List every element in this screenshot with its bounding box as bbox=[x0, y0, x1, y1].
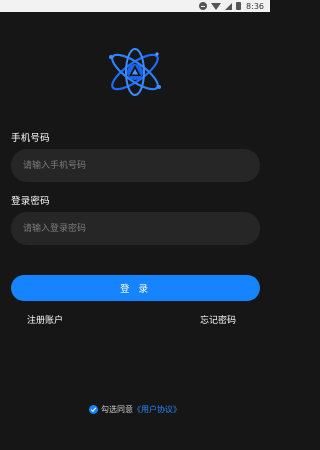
app-logo bbox=[109, 48, 161, 96]
wifi-icon bbox=[211, 2, 222, 10]
signal-icon bbox=[225, 2, 233, 10]
password-input[interactable] bbox=[11, 212, 260, 245]
status-bar: 8:36 bbox=[0, 0, 270, 12]
battery-icon bbox=[236, 2, 242, 10]
phone-input[interactable] bbox=[11, 149, 260, 182]
status-time: 8:36 bbox=[246, 1, 264, 11]
forgot-password-link[interactable]: 忘记密码 bbox=[200, 313, 236, 326]
user-agreement-link[interactable]: 《用户协议》 bbox=[133, 404, 181, 415]
do-not-disturb-icon bbox=[199, 2, 208, 10]
login-button[interactable]: 登 录 bbox=[11, 275, 260, 301]
password-label: 登录密码 bbox=[11, 196, 50, 207]
phone-label: 手机号码 bbox=[11, 133, 50, 144]
agree-checkbox[interactable] bbox=[89, 405, 98, 414]
agreement-row: 勾选同意 《用户协议》 bbox=[0, 404, 270, 415]
agree-text: 勾选同意 bbox=[101, 405, 133, 414]
register-link[interactable]: 注册账户 bbox=[27, 313, 63, 326]
checkmark-icon bbox=[90, 407, 97, 412]
